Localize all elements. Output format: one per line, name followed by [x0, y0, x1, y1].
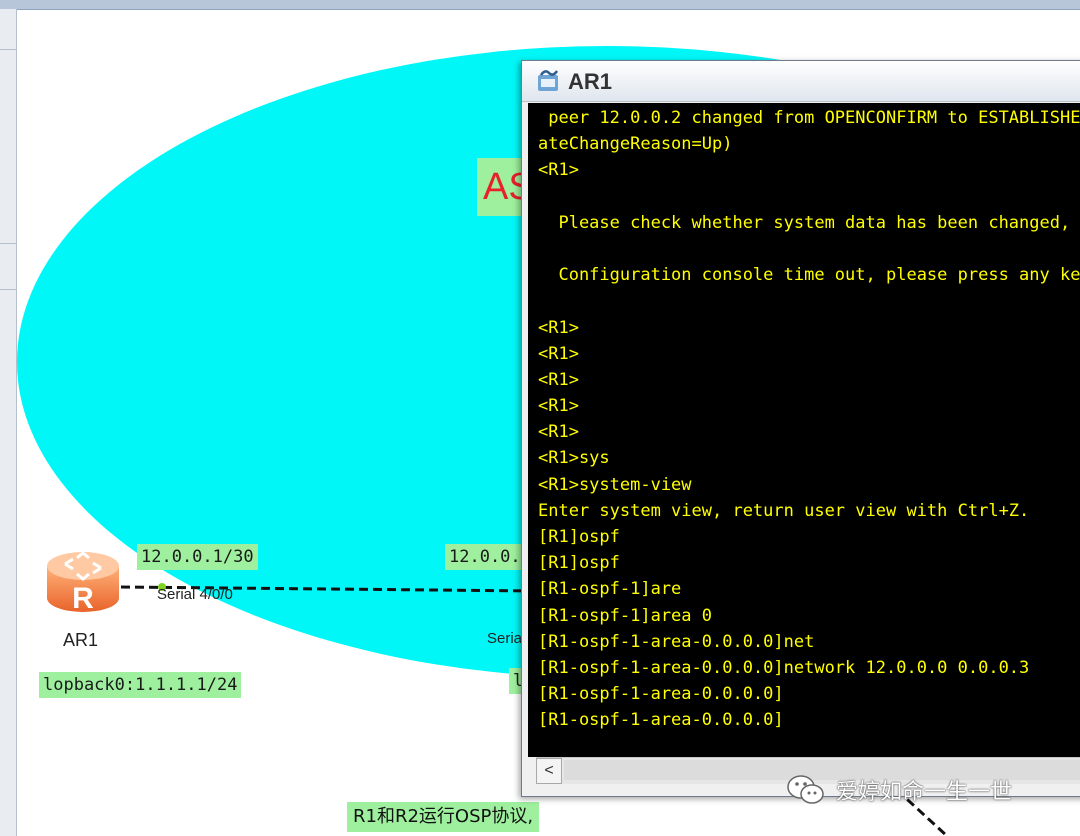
watermark: 爱婷如命一生一世 [786, 770, 1012, 810]
terminal-line: [R1]ospf [538, 553, 620, 574]
terminal-line: <R1> [538, 422, 579, 443]
console-terminal[interactable]: peer 12.0.0.2 changed from OPENCONFIRM t… [528, 103, 1080, 757]
terminal-line: <R1> [538, 317, 579, 338]
router-ar1[interactable]: R [43, 546, 123, 618]
serial-label-left: Serial 4/0/0 [157, 586, 233, 603]
console-title: AR1 [568, 69, 613, 94]
terminal-line: [R1-ospf-1]are [538, 579, 682, 600]
scroll-left-button[interactable]: < [536, 758, 562, 784]
panel-divider [0, 243, 16, 244]
ip-label-right: 12.0.0.2/30 [445, 544, 527, 570]
loopback-label-left: lopback0:1.1.1.1/24 [39, 672, 242, 698]
terminal-line: Please check whether system data has bee… [558, 212, 1071, 233]
console-titlebar[interactable]: AR1 [522, 61, 1080, 102]
terminal-line: peer 12.0.0.2 changed from OPENCONFIRM t… [548, 108, 1080, 128]
left-side-panel[interactable] [0, 9, 17, 836]
svg-text:R: R [72, 582, 94, 615]
topology-note: R1和R2运行OSP协议, [347, 802, 540, 832]
console-app-icon [538, 70, 559, 91]
ip-label-left: 12.0.0.1/30 [137, 544, 258, 570]
console-window-ar1[interactable]: AR1 peer 12.0.0.2 changed from OPENCONFI… [521, 60, 1080, 797]
terminal-line: Configuration console time out, please p… [558, 265, 1080, 286]
terminal-line: [R1-ospf-1-area-0.0.0.0] [538, 684, 784, 705]
router-icon: R [47, 551, 119, 615]
terminal-line: ateChangeReason=Up) [538, 134, 733, 155]
terminal-line: <R1> [538, 160, 579, 181]
terminal-line: [R1]ospf [538, 527, 620, 547]
terminal-line: <R1>system-view [538, 474, 692, 495]
terminal-line: [R1-ospf-1-area-0.0.0.0]net [538, 631, 815, 652]
router-name: AR1 [63, 630, 99, 650]
terminal-line: [R1-ospf-1]area 0 [538, 605, 712, 626]
terminal-line: <R1> [538, 343, 579, 364]
terminal-line: <R1> [538, 396, 579, 417]
panel-divider [0, 289, 16, 290]
terminal-line: [R1-ospf-1-area-0.0.0.0]network 12.0.0.0… [538, 657, 1030, 678]
app-top-strip [0, 0, 1080, 10]
terminal-line: [R1-ospf-1-area-0.0.0.0] [538, 710, 784, 731]
terminal-line: <R1> [538, 369, 579, 390]
wechat-icon [787, 775, 824, 804]
terminal-line: <R1>sys [538, 448, 610, 469]
terminal-line: Enter system view, return user view with… [538, 500, 1030, 521]
panel-divider [0, 49, 16, 50]
terminal-output: peer 12.0.0.2 changed from OPENCONFIRM t… [538, 105, 1080, 734]
watermark-text: 爱婷如命一生一世 [836, 780, 1013, 805]
